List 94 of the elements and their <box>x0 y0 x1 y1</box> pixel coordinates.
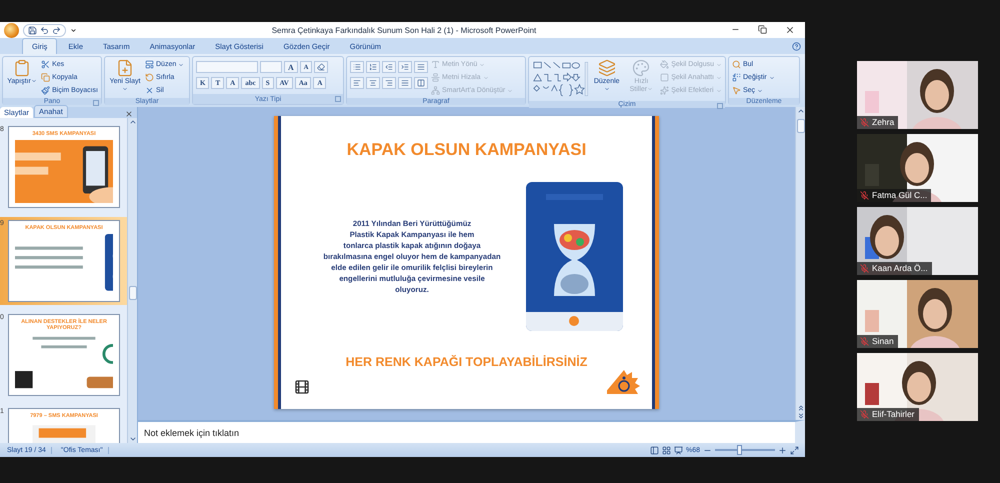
reset-icon <box>145 73 154 82</box>
caret-icon <box>604 86 610 92</box>
zoom-in-icon[interactable] <box>778 446 787 454</box>
paint-bucket-icon <box>660 60 670 69</box>
participant-name: Elif-Tahirler <box>872 409 915 419</box>
paintbrush-icon <box>41 86 50 95</box>
align-right-button[interactable] <box>382 77 396 89</box>
scrollbar-thumb[interactable] <box>128 286 136 300</box>
previous-slide-icon[interactable] <box>796 404 804 412</box>
participant-name: Sinan <box>872 336 894 346</box>
caret-icon <box>757 88 764 94</box>
search-icon <box>732 60 741 69</box>
shapes-gallery-drawing[interactable] <box>532 59 588 99</box>
participant-name: Kaan Arda Ö... <box>872 263 928 273</box>
undo-icon[interactable] <box>40 26 49 34</box>
restore-icon[interactable] <box>758 25 767 34</box>
caret-icon[interactable] <box>70 26 77 34</box>
caret-icon <box>716 74 722 80</box>
bullets-icon <box>353 63 361 71</box>
increase-indent-button[interactable] <box>398 61 412 73</box>
align-center-button[interactable] <box>366 77 380 89</box>
clear-format-button[interactable] <box>314 61 328 73</box>
help-icon[interactable] <box>792 42 801 51</box>
notes-placeholder: Not eklemek için tıklatın <box>144 428 240 438</box>
line-spacing-button[interactable] <box>414 61 428 73</box>
scrollbar[interactable] <box>127 118 137 443</box>
participant-name: Zehra <box>872 117 894 127</box>
font-size-field[interactable] <box>260 61 282 73</box>
scrollbar-thumb[interactable] <box>796 119 804 133</box>
align-right-icon <box>385 79 393 87</box>
slideshow-icon[interactable] <box>674 446 683 454</box>
caret-icon <box>178 62 184 68</box>
participant-name: Fatma Gül C... <box>872 190 928 200</box>
bullets-button[interactable] <box>350 61 364 73</box>
scissors-icon <box>41 60 50 69</box>
next-slide-icon[interactable] <box>796 412 804 420</box>
caret-icon <box>479 62 486 68</box>
numbering-button[interactable] <box>366 61 380 73</box>
decrease-indent-button[interactable] <box>382 61 396 73</box>
scroll-up-icon[interactable] <box>128 118 136 126</box>
justify-button[interactable] <box>398 77 412 89</box>
caret-icon <box>30 78 37 84</box>
clipboard-icon <box>13 59 32 77</box>
grow-font-button[interactable]: A <box>284 61 298 73</box>
copy-icon <box>41 73 50 82</box>
wheelchair-logo-icon <box>607 369 641 395</box>
justify-icon <box>401 79 409 87</box>
numbering-icon <box>369 63 377 71</box>
caret-icon <box>507 88 514 94</box>
office-button[interactable] <box>4 22 19 38</box>
effects-icon <box>660 86 670 95</box>
align-left-button[interactable] <box>350 77 364 89</box>
align-center-icon <box>369 79 377 87</box>
redo-icon[interactable] <box>52 26 61 34</box>
new-slide-icon <box>116 59 134 77</box>
quick-styles-icon <box>632 59 650 77</box>
layout-icon <box>145 60 154 69</box>
slide-sorter-icon[interactable] <box>662 446 671 454</box>
caret-icon <box>716 88 722 94</box>
align-left-icon <box>353 79 361 87</box>
line-spacing-icon <box>417 63 425 71</box>
align-text-icon <box>431 73 440 82</box>
save-icon[interactable] <box>28 26 37 34</box>
caret-icon <box>716 62 722 68</box>
slide-footer: HER RENK KAPAĞI TOPLAYABİLİRSİNİZ <box>346 355 588 369</box>
delete-icon <box>145 86 154 95</box>
notes-pane[interactable]: Not eklemek için tıklatın <box>138 420 805 443</box>
scroll-up-icon[interactable] <box>796 107 804 115</box>
increase-indent-icon <box>401 63 409 71</box>
video-icon[interactable] <box>294 379 310 395</box>
replace-icon <box>732 73 741 82</box>
caret-icon <box>122 86 128 92</box>
columns-button[interactable] <box>414 77 428 89</box>
arrange-icon <box>598 59 616 77</box>
close-icon[interactable] <box>125 110 133 118</box>
decrease-indent-icon <box>385 63 393 71</box>
outline-icon <box>660 73 670 82</box>
window-title: Semra Çetinkaya Farkındalık Sunum Son Hali 2 (1) - Microsoft PowerPoint <box>270 26 538 34</box>
pointer-icon <box>732 86 741 95</box>
caret-icon <box>768 74 775 80</box>
smartart-icon <box>431 86 440 95</box>
caret-icon <box>647 86 654 92</box>
eraser-icon <box>317 63 326 71</box>
fit-window-icon[interactable] <box>790 446 799 454</box>
text-direction-icon <box>431 60 440 69</box>
slide-title: KAPAK OLSUN KAMPANYASI <box>346 140 586 160</box>
scrollbar[interactable] <box>795 107 805 420</box>
zoom-slider-thumb[interactable] <box>737 445 742 455</box>
scroll-down-icon[interactable] <box>128 435 136 443</box>
caret-icon <box>482 74 489 80</box>
close-icon[interactable] <box>785 25 795 35</box>
columns-icon <box>417 79 425 87</box>
normal-view-icon[interactable] <box>650 446 659 454</box>
font-name-field[interactable] <box>196 61 258 73</box>
